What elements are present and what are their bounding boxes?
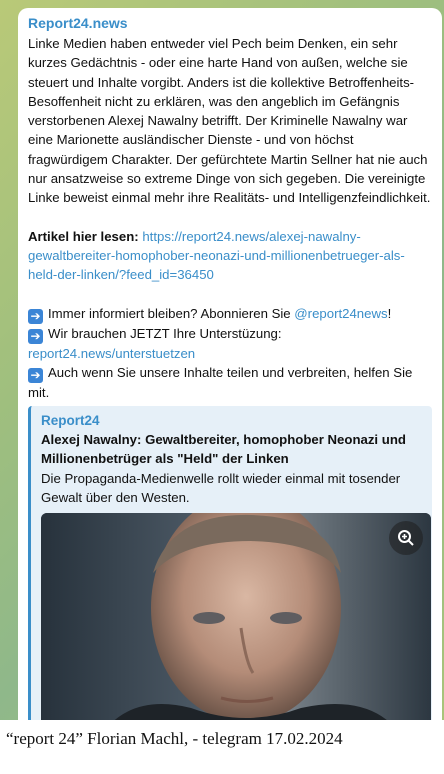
support-link-line: report24.news/unterstuetzen	[28, 344, 432, 363]
subscribe-end: !	[387, 305, 392, 321]
support-text: Wir brauchen JETZT Ihre Unterstüzung:	[48, 325, 282, 341]
preview-site-name: Report24	[41, 413, 100, 429]
arrow-right-icon: ➔	[28, 328, 43, 344]
link-preview[interactable]: Report24 Alexej Nawalny: Gewaltbereiter,…	[28, 406, 432, 724]
subscribe-text: Immer informiert bleiben? Abonnieren Sie	[48, 305, 295, 321]
arrow-right-icon: ➔	[28, 308, 43, 324]
preview-image[interactable]	[41, 513, 431, 724]
share-line: ➔ Auch wenn Sie unsere Inhalte teilen und…	[28, 363, 432, 402]
support-link[interactable]: report24.news/unterstuetzen	[28, 346, 195, 361]
message-text: Linke Medien haben entweder viel Pech be…	[28, 34, 432, 402]
preview-description: Die Propaganda-Medienwelle rollt wieder …	[41, 470, 401, 506]
article-label: Artikel hier lesen:	[28, 228, 139, 244]
channel-link[interactable]: @report24news	[294, 306, 387, 321]
arrow-right-icon: ➔	[28, 367, 43, 383]
preview-title: Alexej Nawalny: Gewaltbereiter, homophob…	[41, 432, 406, 467]
portrait-photo	[41, 513, 431, 724]
subscribe-line: ➔ Immer informiert bleiben? Abonnieren Si…	[28, 304, 432, 324]
message-paragraph: Linke Medien haben entweder viel Pech be…	[28, 36, 431, 206]
share-text: Auch wenn Sie unsere Inhalte teilen und …	[28, 364, 413, 400]
message-bubble: Report24.news Linke Medien haben entwede…	[18, 8, 442, 724]
support-line: ➔ Wir brauchen JETZT Ihre Unterstüzung:	[28, 324, 432, 344]
article-line: Artikel hier lesen: https://report24.new…	[28, 227, 432, 285]
message-sender[interactable]: Report24.news	[28, 14, 432, 33]
image-caption: “report 24” Florian Machl, - telegram 17…	[0, 720, 444, 774]
